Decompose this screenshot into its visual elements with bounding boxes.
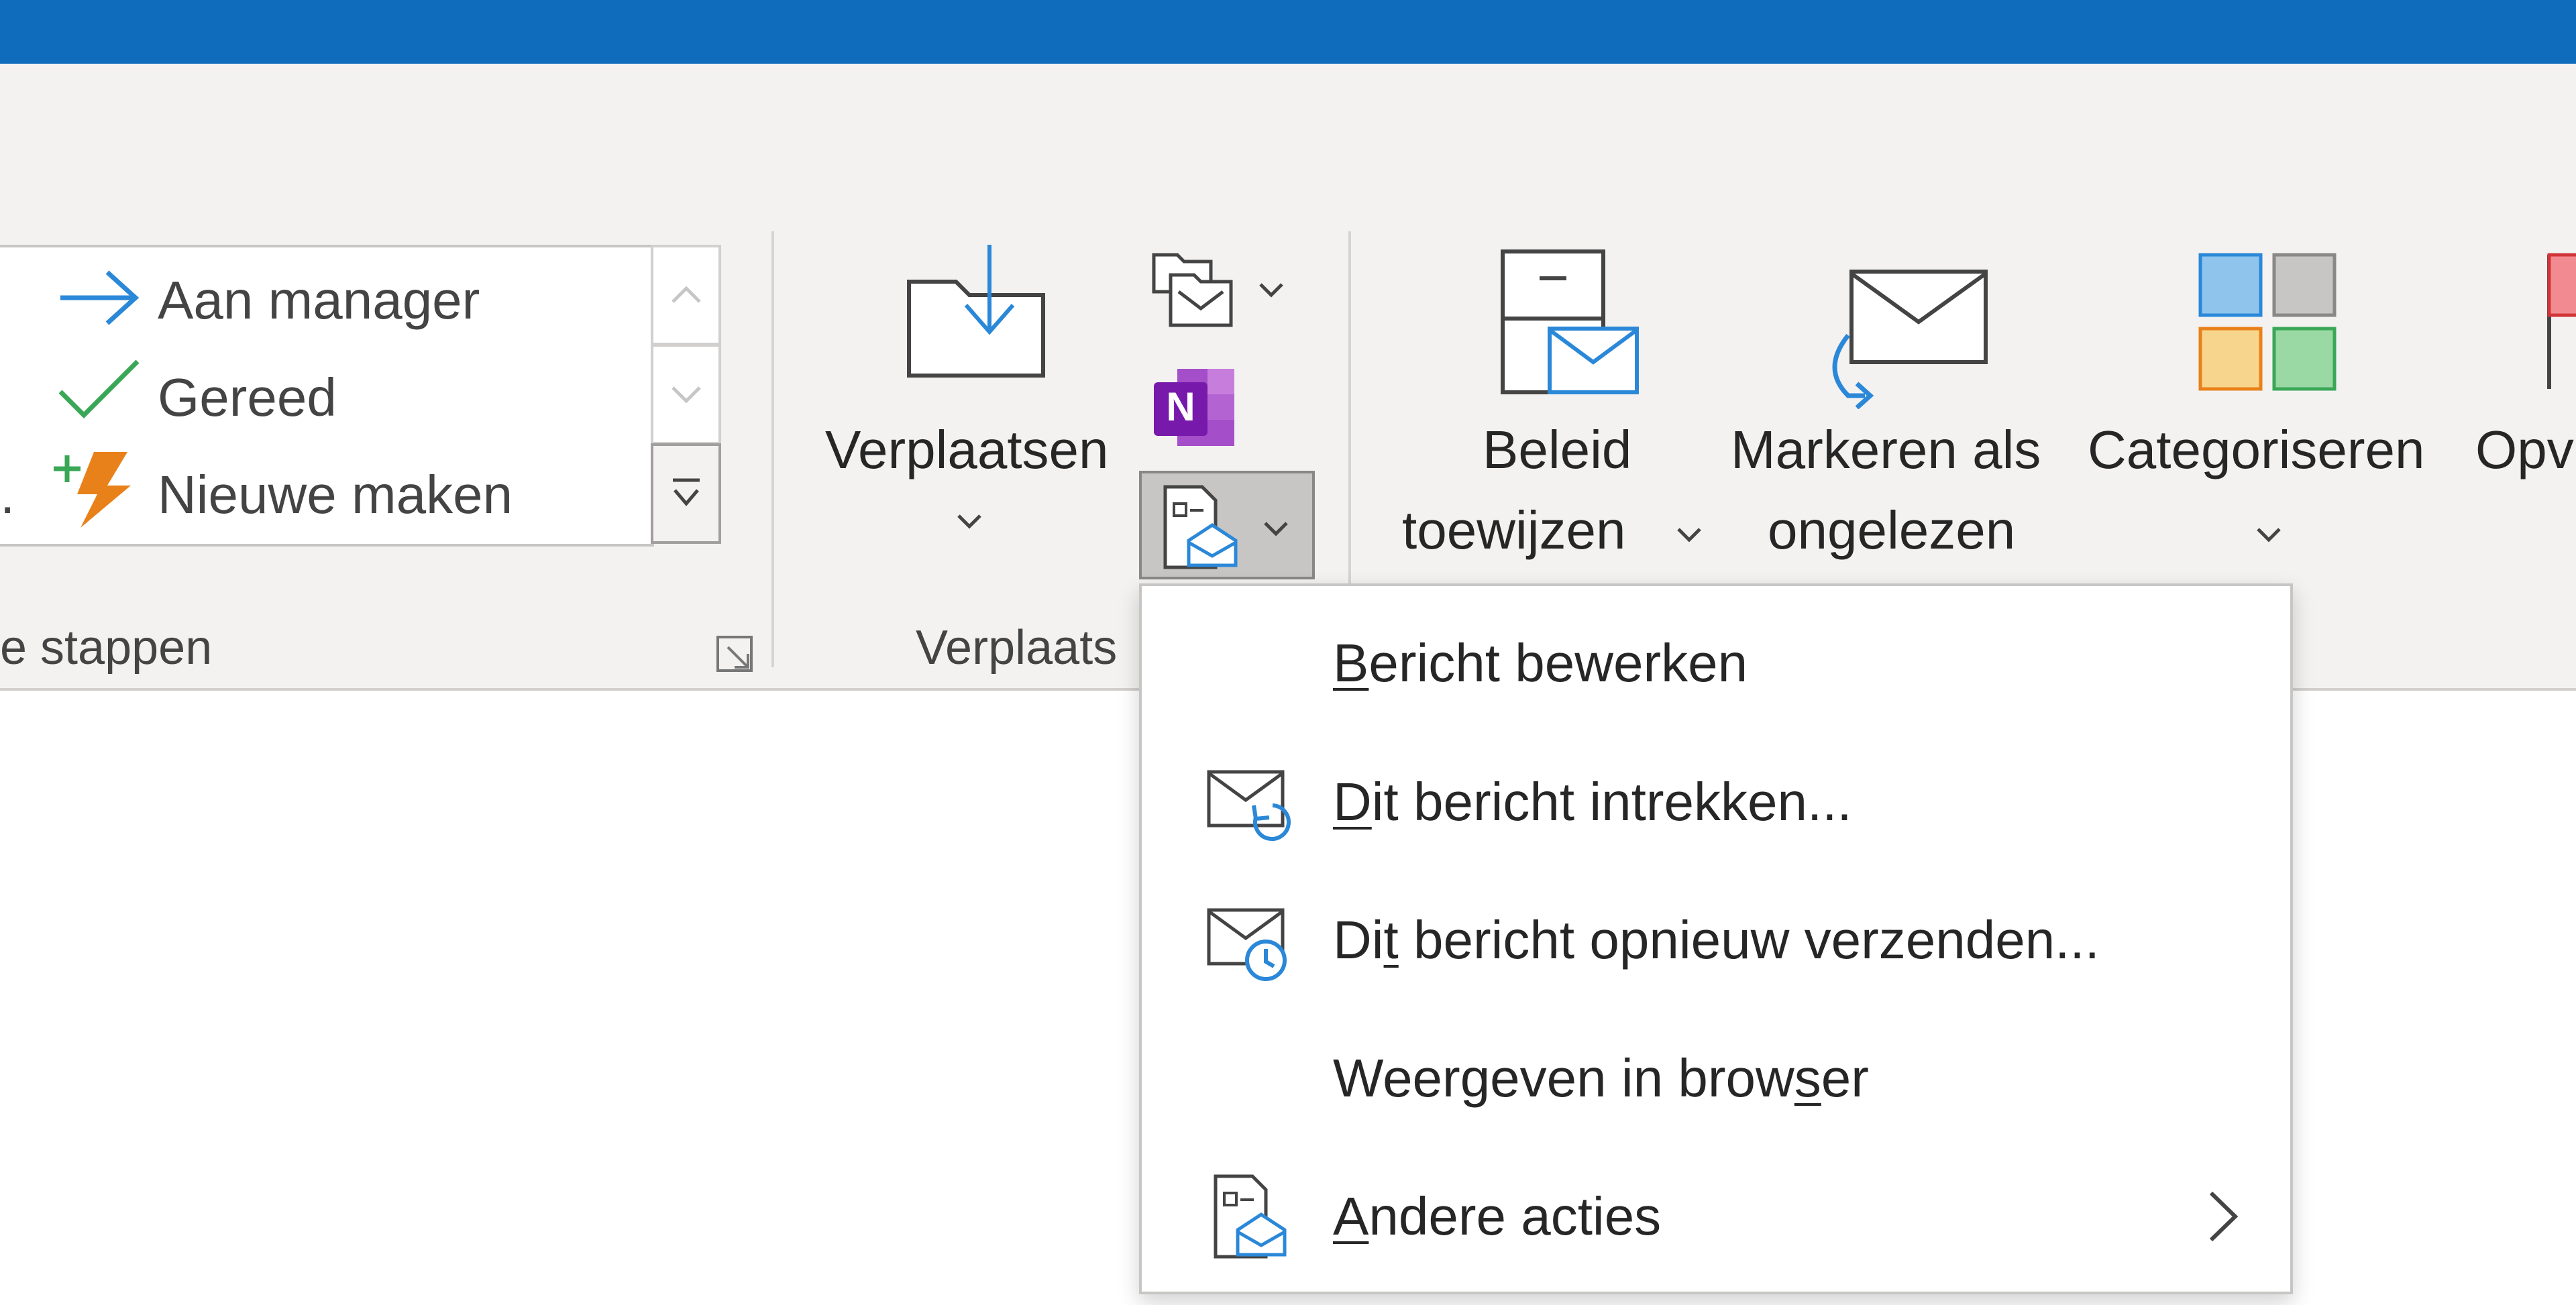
- color-categories-icon: [2198, 253, 2337, 391]
- title-bar: [0, 0, 2576, 64]
- quick-step-aan-manager[interactable]: Aan manager: [0, 251, 644, 345]
- menu-item-label: Weergeven in browser: [1333, 1048, 1869, 1108]
- verplaatsen-label: Verplaatsen: [825, 420, 1109, 479]
- markeren-label-line1: Markeren als: [1731, 420, 2041, 479]
- verplaatsen-button[interactable]: Verplaatsen: [818, 235, 1127, 570]
- menu-item-label: Andere acties: [1333, 1186, 1662, 1246]
- quick-step-label: Aan manager: [158, 270, 480, 330]
- menu-item-label: Dit bericht intrekken...: [1333, 772, 1852, 832]
- gallery-scroll: [651, 245, 721, 547]
- menu-item-bericht-bewerken[interactable]: Bericht bewerken: [1142, 596, 2290, 730]
- quick-step-label: Gereed: [158, 367, 337, 427]
- categoriseren-button[interactable]: Categoriseren: [2080, 241, 2455, 577]
- opvolgen-label: Opv: [2475, 420, 2574, 479]
- recall-message-icon: [1207, 770, 1291, 841]
- gallery-expand[interactable]: [651, 443, 721, 544]
- message-actions-button[interactable]: [1139, 471, 1315, 579]
- menu-item-bericht-intrekken[interactable]: Dit bericht intrekken...: [1142, 735, 2290, 869]
- chevron-up-icon: [671, 286, 701, 303]
- chevron-down-icon: [1677, 528, 1701, 543]
- chevron-down-icon: [1259, 283, 1283, 298]
- envelope-refresh-icon: [1832, 270, 1988, 409]
- quick-step-nieuwe-maken[interactable]: . Nieuwe maken: [0, 445, 644, 539]
- beleid-label-line1: Beleid: [1483, 420, 1632, 479]
- dialog-launcher-icon[interactable]: [714, 634, 755, 674]
- beleid-label-line2: toewijzen: [1402, 500, 1626, 560]
- quick-step-gereed[interactable]: Gereed: [0, 348, 644, 442]
- quick-steps-gallery: Aan manager Gereed . Nieuwe maken: [0, 245, 654, 547]
- folder-move-icon: [907, 245, 1045, 378]
- rules-button[interactable]: [1144, 238, 1311, 339]
- rules-folder-icon: [1152, 253, 1233, 327]
- chevron-right-icon: [2209, 1191, 2239, 1242]
- svg-text:N: N: [1166, 384, 1195, 429]
- checkmark-icon: [58, 359, 140, 418]
- expand-icon: [672, 478, 700, 506]
- chevron-down-icon: [957, 514, 981, 529]
- chevron-down-icon: [2257, 528, 2281, 543]
- markeren-als-ongelezen-button[interactable]: Markeren als ongelezen: [1724, 241, 2073, 577]
- cabinet-mail-icon: [1501, 249, 1639, 394]
- menu-item-weergeven-in-browser[interactable]: Weergeven in browser: [1142, 1011, 2290, 1145]
- message-actions-icon: [1163, 485, 1238, 569]
- menu-item-andere-acties[interactable]: Andere acties: [1142, 1149, 2290, 1284]
- group-label-quick-steps: e stappen: [0, 621, 213, 675]
- menu-item-label: Dit bericht opnieuw verzenden...: [1333, 910, 2100, 970]
- opvolgen-button[interactable]: Opv: [2469, 241, 2576, 577]
- clipped-label: .: [0, 465, 15, 524]
- chevron-down-icon: [671, 386, 701, 404]
- markeren-label-line2: ongelezen: [1768, 500, 2016, 560]
- lightning-plus-icon: [54, 452, 131, 528]
- gallery-scroll-down[interactable]: [651, 344, 721, 445]
- onenote-icon: N: [1154, 369, 1234, 446]
- menu-item-label: Bericht bewerken: [1333, 633, 1748, 693]
- chevron-down-icon: [1264, 522, 1288, 536]
- gallery-scroll-up[interactable]: [651, 245, 721, 345]
- categoriseren-label: Categoriseren: [2088, 420, 2425, 479]
- group-separator: [771, 231, 774, 667]
- onenote-button[interactable]: N: [1144, 359, 1244, 453]
- beleid-toewijzen-button[interactable]: Beleid toewijzen: [1389, 241, 1711, 577]
- quick-step-label: Nieuwe maken: [158, 465, 513, 524]
- menu-item-opnieuw-verzenden[interactable]: Dit bericht opnieuw verzenden...: [1142, 873, 2290, 1007]
- arrow-right-icon: [60, 270, 140, 325]
- resend-message-icon: [1207, 908, 1287, 981]
- message-actions-menu: Bericht bewerken Dit bericht intrekken..…: [1139, 583, 2293, 1294]
- flag-icon: [2547, 253, 2576, 389]
- group-label-move: Verplaats: [916, 621, 1118, 675]
- other-actions-icon: [1214, 1174, 1287, 1259]
